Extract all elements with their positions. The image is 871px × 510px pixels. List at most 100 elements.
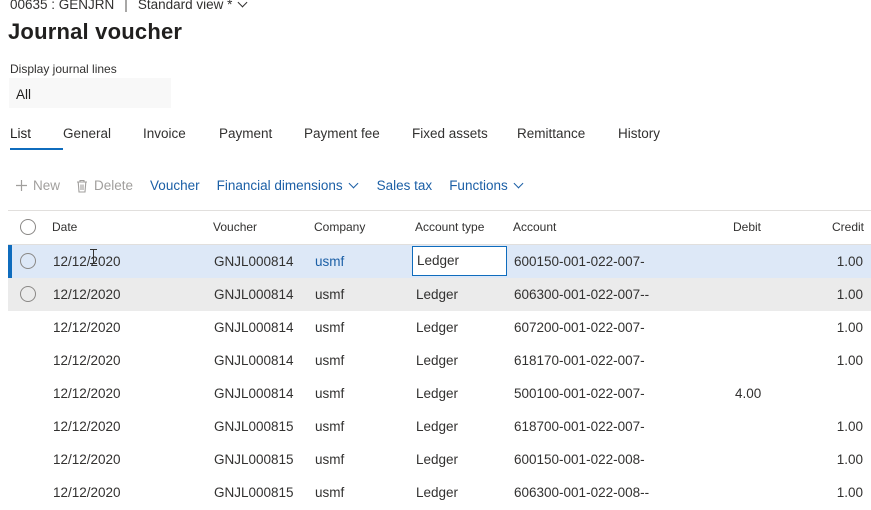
tab-remittance[interactable]: Remittance bbox=[517, 126, 618, 152]
selected-row-indicator bbox=[8, 245, 12, 278]
table-row[interactable]: 12/12/2020 GNJL000815 usmf Ledger 606300… bbox=[8, 476, 871, 509]
view-selector[interactable]: Standard view * bbox=[137, 0, 248, 12]
cell-account[interactable]: 606300-001-022-007-- bbox=[514, 278, 649, 311]
new-button[interactable]: New bbox=[15, 178, 60, 193]
cell-voucher[interactable]: GNJL000814 bbox=[214, 344, 294, 377]
column-header-company[interactable]: Company bbox=[314, 211, 365, 244]
select-all-radio-icon[interactable] bbox=[20, 219, 36, 235]
cell-account[interactable]: 500100-001-022-007- bbox=[514, 377, 645, 410]
cell-credit[interactable]: 1.00 bbox=[837, 443, 863, 476]
tab-payment-fee[interactable]: Payment fee bbox=[304, 126, 412, 152]
functions-button[interactable]: Functions bbox=[449, 178, 524, 193]
tab-general[interactable]: General bbox=[63, 126, 143, 152]
row-select-radio-icon[interactable] bbox=[20, 286, 36, 302]
cell-voucher[interactable]: GNJL000814 bbox=[214, 278, 294, 311]
cell-account[interactable]: 618170-001-022-007- bbox=[514, 344, 645, 377]
cell-company[interactable]: usmf bbox=[315, 377, 344, 410]
cell-account-type[interactable]: Ledger bbox=[416, 443, 458, 476]
cell-account-type[interactable]: Ledger bbox=[416, 344, 458, 377]
row-select-radio-icon[interactable] bbox=[20, 253, 36, 269]
cell-date[interactable]: 12/12/2020 bbox=[53, 410, 121, 443]
voucher-button[interactable]: Voucher bbox=[150, 178, 200, 193]
cell-date[interactable]: 12/12/2020 bbox=[53, 443, 121, 476]
tab-payment[interactable]: Payment bbox=[219, 126, 304, 152]
cell-credit[interactable]: 1.00 bbox=[837, 245, 863, 278]
cell-account-type[interactable]: Ledger bbox=[416, 278, 458, 311]
cell-account-type-input[interactable]: Ledger bbox=[412, 246, 507, 276]
cell-date[interactable]: 12/12/2020 bbox=[53, 377, 121, 410]
tab-invoice[interactable]: Invoice bbox=[143, 126, 219, 152]
financial-dimensions-button[interactable]: Financial dimensions bbox=[216, 178, 359, 193]
cell-date[interactable]: 12/12/2020 bbox=[53, 311, 121, 344]
cell-company[interactable]: usmf bbox=[315, 278, 344, 311]
display-journal-lines-select[interactable]: All bbox=[9, 78, 171, 108]
display-journal-lines-label: Display journal lines bbox=[10, 62, 117, 76]
column-header-account[interactable]: Account bbox=[513, 211, 556, 244]
financial-dimensions-label: Financial dimensions bbox=[216, 178, 343, 193]
cell-credit[interactable]: 1.00 bbox=[837, 476, 863, 509]
cell-credit[interactable]: 1.00 bbox=[837, 344, 863, 377]
tab-list[interactable]: List bbox=[10, 126, 63, 152]
cell-account[interactable]: 607200-001-022-007- bbox=[514, 311, 645, 344]
plus-icon bbox=[16, 180, 27, 191]
table-row[interactable]: 12/12/2020 GNJL000815 usmf Ledger 618700… bbox=[8, 410, 871, 443]
record-id: 00635 : GENJRN bbox=[10, 0, 115, 12]
cell-account[interactable]: 600150-001-022-007- bbox=[514, 245, 645, 278]
cell-company[interactable]: usmf bbox=[315, 443, 344, 476]
cell-voucher[interactable]: GNJL000815 bbox=[214, 443, 294, 476]
trash-icon bbox=[77, 179, 88, 193]
cell-account[interactable]: 618700-001-022-007- bbox=[514, 410, 645, 443]
journal-lines-grid: Date Voucher Company Account type Accoun… bbox=[8, 210, 871, 509]
cell-credit[interactable]: 1.00 bbox=[837, 278, 863, 311]
column-header-date[interactable]: Date bbox=[52, 211, 77, 244]
cell-company[interactable]: usmf bbox=[315, 476, 344, 509]
column-header-debit[interactable]: Debit bbox=[733, 211, 761, 244]
table-row[interactable]: 12/12/2020 GNJL000815 usmf Ledger 600150… bbox=[8, 443, 871, 476]
cell-account-type[interactable]: Ledger bbox=[416, 410, 458, 443]
cell-voucher[interactable]: GNJL000815 bbox=[214, 476, 294, 509]
cell-company[interactable]: usmf bbox=[315, 410, 344, 443]
cell-account-type[interactable]: Ledger bbox=[416, 476, 458, 509]
column-header-credit[interactable]: Credit bbox=[832, 211, 864, 244]
cell-account-type[interactable]: Ledger bbox=[416, 311, 458, 344]
cell-voucher[interactable]: GNJL000815 bbox=[214, 410, 294, 443]
cell-company[interactable]: usmf bbox=[315, 311, 344, 344]
cell-voucher[interactable]: GNJL000814 bbox=[214, 377, 294, 410]
table-row[interactable]: 12/12/2020 GNJL000814 usmf Ledger 500100… bbox=[8, 377, 871, 410]
breadcrumb-separator: | bbox=[124, 0, 128, 12]
column-header-account-type[interactable]: Account type bbox=[415, 211, 484, 244]
table-row[interactable]: 12/12/2020 GNJL000814 usmf Ledger 607200… bbox=[8, 311, 871, 344]
cell-voucher[interactable]: GNJL000814 bbox=[214, 245, 294, 278]
table-row[interactable]: 12/12/2020 GNJL000814 usmf Ledger 618170… bbox=[8, 344, 871, 377]
cell-account-type[interactable]: Ledger bbox=[416, 377, 458, 410]
tab-history[interactable]: History bbox=[618, 126, 678, 152]
tab-bar: List General Invoice Payment Payment fee… bbox=[10, 126, 678, 152]
cell-date[interactable]: 12/12/2020 bbox=[53, 245, 121, 278]
cell-date[interactable]: 12/12/2020 bbox=[53, 278, 121, 311]
chevron-down-icon bbox=[348, 178, 359, 189]
view-label: Standard view * bbox=[137, 0, 233, 12]
column-header-voucher[interactable]: Voucher bbox=[213, 211, 257, 244]
cell-account[interactable]: 606300-001-022-008-- bbox=[514, 476, 649, 509]
sales-tax-button[interactable]: Sales tax bbox=[377, 178, 433, 193]
grid-header: Date Voucher Company Account type Accoun… bbox=[8, 210, 871, 245]
table-row[interactable]: 12/12/2020 GNJL000814 usmf Ledger 606300… bbox=[8, 278, 871, 311]
cell-debit[interactable]: 4.00 bbox=[735, 377, 761, 410]
page-title: Journal voucher bbox=[8, 19, 183, 44]
action-toolbar: New Delete Voucher Financial dimensions … bbox=[15, 178, 524, 193]
cell-credit[interactable]: 1.00 bbox=[837, 311, 863, 344]
cell-company-link[interactable]: usmf bbox=[315, 245, 344, 278]
table-row[interactable]: 12/12/2020 GNJL000814 usmf Ledger 600150… bbox=[8, 245, 871, 278]
new-label: New bbox=[33, 178, 61, 193]
cell-account[interactable]: 600150-001-022-008- bbox=[514, 443, 645, 476]
cell-credit[interactable]: 1.00 bbox=[837, 410, 863, 443]
delete-label: Delete bbox=[94, 178, 134, 193]
chevron-down-icon bbox=[513, 178, 524, 189]
cell-voucher[interactable]: GNJL000814 bbox=[214, 311, 294, 344]
cell-company[interactable]: usmf bbox=[315, 344, 344, 377]
cell-date[interactable]: 12/12/2020 bbox=[53, 344, 121, 377]
delete-button[interactable]: Delete bbox=[76, 178, 133, 193]
cell-date[interactable]: 12/12/2020 bbox=[53, 476, 121, 509]
breadcrumb: 00635 : GENJRN | Standard view * bbox=[10, 0, 248, 12]
tab-fixed-assets[interactable]: Fixed assets bbox=[412, 126, 517, 152]
